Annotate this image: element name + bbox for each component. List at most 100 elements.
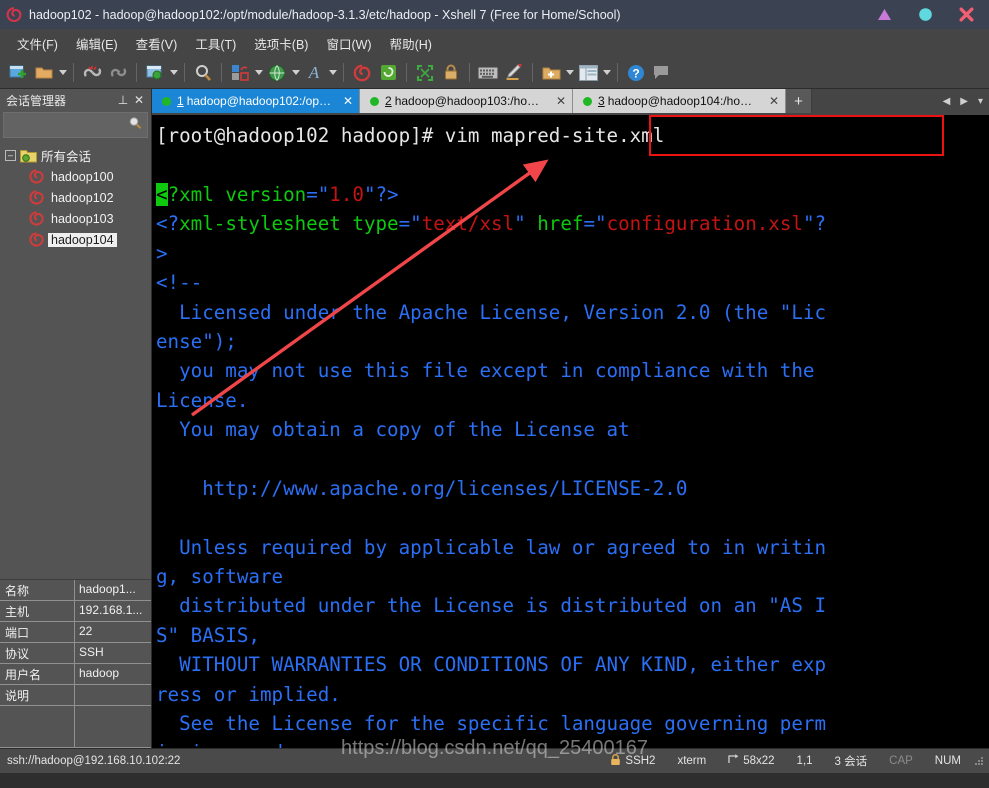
keyboard-icon[interactable] <box>476 61 500 85</box>
tab-close-icon[interactable]: ✕ <box>769 94 779 108</box>
terminal-line: Licensed under the Apache License, Versi… <box>156 298 989 327</box>
property-key: 协议 <box>0 643 75 664</box>
toolbar-separator <box>184 63 185 82</box>
tab-close-icon[interactable]: ✕ <box>556 94 566 108</box>
find-icon[interactable] <box>191 61 215 85</box>
terminal-span: distributed under the License is distrib… <box>156 594 827 618</box>
property-row-protocol: 协议 SSH <box>0 643 151 664</box>
session-manager-header: 会话管理器 ⊥ ✕ <box>0 89 151 111</box>
session-search-box[interactable] <box>3 112 148 138</box>
encoding-dropdown-arrow[interactable] <box>290 61 301 85</box>
terminal-span: See the License for the specific languag… <box>156 712 827 736</box>
toolbar-separator <box>73 63 74 82</box>
terminal-line: WITHOUT WARRANTIES OR CONDITIONS OF ANY … <box>156 650 989 679</box>
session-manager-title: 会话管理器 <box>6 93 67 108</box>
terminal-span: configuration.xsl <box>606 212 803 236</box>
font-icon[interactable]: A <box>302 61 326 85</box>
lock-icon <box>610 753 621 769</box>
property-value: 192.168.1... <box>75 601 151 622</box>
cursor-position: 1,1 <box>796 755 813 767</box>
tree-root-all-sessions[interactable]: – 所有会话 <box>0 145 151 166</box>
window-title: hadoop102 - hadoop@hadoop102:/opt/module… <box>29 7 621 22</box>
tab-close-icon[interactable]: ✕ <box>343 94 353 108</box>
terminal-span: xml-stylesheet type <box>179 212 399 236</box>
menu-item-help[interactable]: 帮助(H) <box>381 31 441 56</box>
new-tab-button[interactable]: + <box>786 89 812 114</box>
title-bar: hadoop102 - hadoop@hadoop102:/opt/module… <box>0 0 989 29</box>
session-label: hadoop100 <box>51 169 114 184</box>
shell-session-icon <box>28 211 45 226</box>
shell-session-icon <box>28 169 45 184</box>
tab-list-icon[interactable]: ▾ <box>978 96 983 107</box>
terminal-span: > <box>156 241 168 265</box>
open-folder-icon[interactable] <box>32 61 56 85</box>
add-to-folder-dropdown-arrow[interactable] <box>564 61 575 85</box>
session-item-hadoop103[interactable]: hadoop103 <box>0 208 151 229</box>
session-properties-dropdown-arrow[interactable] <box>168 61 179 85</box>
tab-number: 3 <box>598 94 605 109</box>
session-manager-panel: 会话管理器 ⊥ ✕ – 所有会话 hadoop100 hadoop102 had… <box>0 89 152 748</box>
disconnect-icon[interactable] <box>80 61 104 85</box>
tab-prev-icon[interactable]: ◀ <box>943 96 951 107</box>
session-item-hadoop102[interactable]: hadoop102 <box>0 187 151 208</box>
session-label: hadoop103 <box>51 211 114 226</box>
add-to-folder-icon[interactable] <box>539 61 563 85</box>
terminal-line: <!-- <box>156 268 989 297</box>
tab-hadoop102[interactable]: 1 hadoop@hadoop102:/opt/... ✕ <box>152 89 360 114</box>
highlight-pen-icon[interactable] <box>502 61 526 85</box>
fullscreen-icon[interactable] <box>413 61 437 85</box>
tab-bar-overflow: ◀ ▶ ▾ <box>812 89 989 114</box>
window-resize-grip[interactable] <box>972 754 986 768</box>
caps-lock-indicator: CAP <box>889 755 913 767</box>
terminal-line: you may not use this file except in comp… <box>156 356 989 385</box>
tab-hadoop103[interactable]: 2 hadoop@hadoop103:/home... ✕ <box>360 89 573 114</box>
new-session-icon[interactable] <box>6 61 30 85</box>
panes-layout-icon[interactable] <box>576 61 600 85</box>
menu-item-edit[interactable]: 编辑(E) <box>67 31 127 56</box>
terminal-span: "?> <box>363 183 399 207</box>
terminal-span: <!-- <box>156 271 203 295</box>
menu-item-window[interactable]: 窗口(W) <box>317 31 380 56</box>
menu-item-file[interactable]: 文件(F) <box>8 31 67 56</box>
layout-dropdown-arrow[interactable] <box>253 61 264 85</box>
help-icon[interactable]: ? <box>624 61 648 85</box>
tree-expand-toggle[interactable]: – <box>5 150 16 161</box>
menu-item-tab[interactable]: 选项卡(B) <box>245 31 317 56</box>
tab-hadoop104[interactable]: 3 hadoop@hadoop104:/home... ✕ <box>573 89 786 114</box>
maximize-button[interactable] <box>916 6 934 24</box>
lock-icon[interactable] <box>439 61 463 85</box>
terminal-span: ?xml version <box>167 183 307 207</box>
reconnect-icon[interactable] <box>106 61 130 85</box>
menu-item-tools[interactable]: 工具(T) <box>186 31 245 56</box>
toolbar-separator <box>406 63 407 82</box>
tab-next-icon[interactable]: ▶ <box>960 96 968 107</box>
close-icon[interactable]: ✕ <box>131 93 147 107</box>
panes-layout-dropdown-arrow[interactable] <box>601 61 612 85</box>
open-folder-dropdown-arrow[interactable] <box>57 61 68 85</box>
xftp-icon[interactable] <box>376 61 400 85</box>
layout-icon[interactable] <box>228 61 252 85</box>
feedback-icon[interactable] <box>650 61 674 85</box>
session-tree: – 所有会话 hadoop100 hadoop102 hadoop103 had… <box>0 140 151 579</box>
close-button[interactable] <box>957 6 975 24</box>
property-row-port: 端口 22 <box>0 622 151 643</box>
terminal-span: text/xsl <box>421 212 515 236</box>
session-item-hadoop104[interactable]: hadoop104 <box>0 229 151 250</box>
toolbar-separator <box>343 63 344 82</box>
property-key: 端口 <box>0 622 75 643</box>
font-dropdown-arrow[interactable] <box>327 61 338 85</box>
menu-item-view[interactable]: 查看(V) <box>127 31 187 56</box>
tab-number: 1 <box>177 94 184 109</box>
session-item-hadoop100[interactable]: hadoop100 <box>0 166 151 187</box>
terminal-view[interactable]: [root@hadoop102 hadoop]# vim mapred-site… <box>152 115 989 748</box>
session-properties-icon[interactable] <box>143 61 167 85</box>
terminal-line: Unless required by applicable law or agr… <box>156 533 989 562</box>
pin-icon[interactable]: ⊥ <box>115 93 131 107</box>
encoding-globe-icon[interactable] <box>265 61 289 85</box>
terminal-line: License. <box>156 386 989 415</box>
property-key: 用户名 <box>0 664 75 685</box>
minimize-button[interactable] <box>875 6 893 24</box>
xshell-spiral-icon[interactable] <box>350 61 374 85</box>
terminal-span: "? <box>802 212 827 236</box>
